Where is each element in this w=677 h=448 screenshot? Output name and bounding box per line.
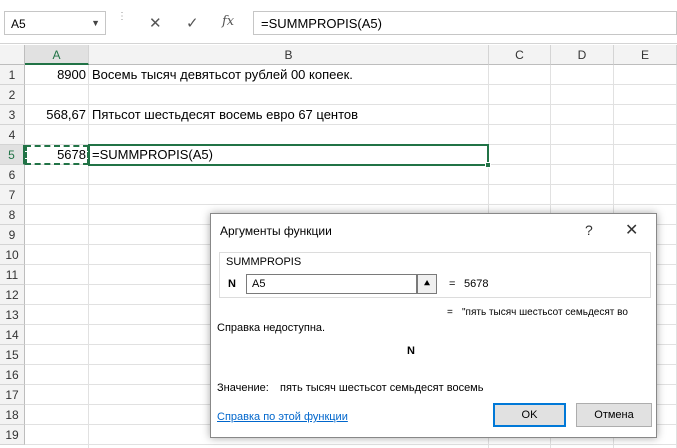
no-help-text: Справка недоступна. [217, 322, 326, 334]
value-text: пять тысяч шестьсот семьдесят восемь [280, 382, 484, 394]
formula-bar: A5 ▼ ⋮ ✕ ✓ fx =SUMMPROPIS(A5) [0, 0, 677, 44]
cell-a1[interactable]: 8900 [25, 65, 86, 85]
argument-equals: = [449, 278, 456, 290]
row-header[interactable]: 4 [0, 125, 25, 145]
name-box[interactable]: A5 ▼ [4, 11, 106, 35]
formula-input[interactable]: =SUMMPROPIS(A5) [253, 11, 677, 35]
formula-text: =SUMMPROPIS(A5) [261, 16, 382, 31]
cell-b5[interactable]: =SUMMPROPIS(A5) [92, 145, 488, 165]
cell-b1[interactable]: Восемь тысяч девятьсот рублей 00 копеек. [92, 65, 488, 85]
function-arguments-dialog: Аргументы функции ? ✕ SUMMPROPIS N A5 ⯅ … [210, 213, 657, 438]
name-box-value: A5 [11, 17, 26, 31]
ok-button[interactable]: OK [493, 403, 566, 427]
argument-label: N [228, 278, 236, 290]
row-header[interactable]: 14 [0, 325, 25, 345]
row-header[interactable]: 16 [0, 365, 25, 385]
cell-a5[interactable]: 5678 [25, 145, 86, 165]
parameter-name: N [407, 345, 415, 357]
cell-b3[interactable]: Пятьсот шестьдесят восемь евро 67 центов [92, 105, 488, 125]
column-header-e[interactable]: E [614, 45, 677, 65]
cell-a3[interactable]: 568,67 [25, 105, 86, 125]
row-header[interactable]: 15 [0, 345, 25, 365]
value-label: Значение: [217, 382, 269, 394]
chevron-down-icon[interactable]: ▼ [91, 18, 100, 28]
function-help-link[interactable]: Справка по этой функции [217, 411, 348, 423]
row-header[interactable]: 17 [0, 385, 25, 405]
arguments-group: SUMMPROPIS N A5 ⯅ = 5678 [219, 252, 651, 298]
row-header[interactable]: 18 [0, 405, 25, 425]
enter-icon[interactable]: ✓ [186, 14, 199, 32]
select-all-corner[interactable] [0, 45, 25, 65]
row-header[interactable]: 7 [0, 185, 25, 205]
cancel-button[interactable]: Отмена [576, 403, 652, 427]
row-header[interactable]: 10 [0, 245, 25, 265]
column-header-d[interactable]: D [551, 45, 614, 65]
column-header-b[interactable]: B [89, 45, 489, 65]
help-icon[interactable]: ? [585, 222, 593, 238]
cancel-icon[interactable]: ✕ [149, 14, 162, 32]
result-equals: = [447, 307, 453, 318]
column-header-a[interactable]: A [25, 45, 89, 65]
row-header[interactable]: 12 [0, 285, 25, 305]
row-header[interactable]: 5 [0, 145, 25, 165]
insert-function-icon[interactable]: fx [222, 14, 234, 29]
row-header[interactable]: 11 [0, 265, 25, 285]
row-header[interactable]: 13 [0, 305, 25, 325]
row-header[interactable]: 19 [0, 425, 25, 445]
collapse-dialog-icon[interactable]: ⯅ [417, 274, 437, 294]
row-header[interactable]: 6 [0, 165, 25, 185]
argument-input[interactable]: A5 [246, 274, 417, 294]
row-header[interactable]: 1 [0, 65, 25, 85]
close-icon[interactable]: ✕ [625, 220, 638, 240]
argument-result: 5678 [464, 278, 489, 290]
grip-icon: ⋮ [117, 11, 127, 22]
row-header[interactable]: 9 [0, 225, 25, 245]
dialog-title: Аргументы функции [220, 224, 332, 238]
row-header[interactable]: 3 [0, 105, 25, 125]
result-preview: "пять тысяч шестьсот семьдесят во [462, 307, 628, 318]
row-header[interactable]: 8 [0, 205, 25, 225]
row-header[interactable]: 2 [0, 85, 25, 105]
function-name: SUMMPROPIS [226, 256, 302, 268]
column-header-c[interactable]: C [489, 45, 551, 65]
